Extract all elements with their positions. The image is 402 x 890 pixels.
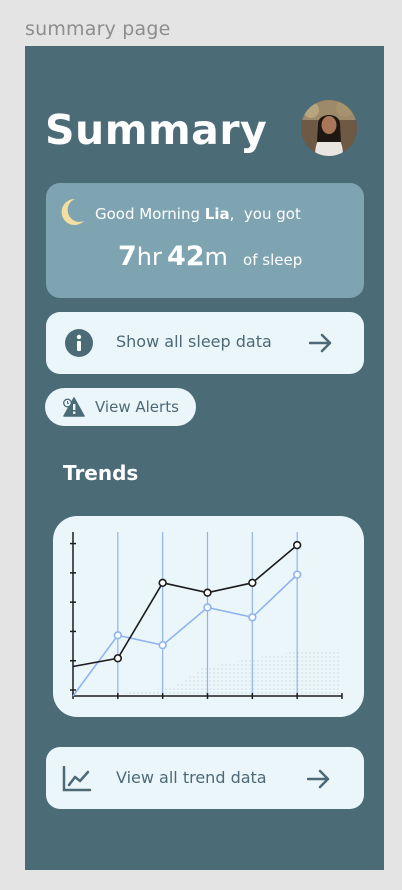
arrow-right-icon — [309, 333, 332, 353]
moon-icon — [61, 198, 84, 225]
series-2-point-2 — [158, 640, 167, 650]
greeting-card: Good Morning Lia, you got 7hr 42m of sle… — [46, 183, 364, 298]
series-1-point-1 — [113, 654, 123, 663]
trends-title: Trends — [63, 461, 139, 485]
sleep-minutes-unit: m — [204, 243, 228, 271]
series-1-point-5 — [292, 540, 302, 550]
series-1-point-3 — [203, 588, 212, 597]
summary-screen: Summary Good Morning Lia, you got 7hr 42… — [25, 46, 384, 870]
view-alerts-button[interactable]: View Alerts — [45, 388, 196, 426]
sleep-duration: 7hr 42m of sleep — [118, 241, 302, 272]
alert-icon — [63, 397, 85, 417]
trend-chart — [70, 532, 343, 699]
view-trend-data-label: View all trend data — [116, 768, 267, 787]
avatar-image — [301, 100, 357, 156]
series-2-point-3 — [203, 603, 212, 612]
trend-chart-card — [53, 516, 364, 717]
greeting-prefix: Good Morning — [95, 205, 200, 223]
series-2-point-5 — [292, 570, 302, 579]
series-1-point-4 — [248, 578, 257, 588]
greeting-text: Good Morning Lia, you got — [95, 205, 301, 223]
greeting-suffix: , you got — [229, 205, 301, 223]
sleep-minutes: 42 — [166, 241, 205, 272]
frame-label: summary page — [25, 18, 171, 40]
arrow-right-icon — [307, 769, 330, 789]
view-alerts-label: View Alerts — [95, 398, 179, 416]
sleep-hours: 7 — [118, 241, 137, 272]
trend-chart-icon — [62, 766, 92, 792]
page-title: Summary — [45, 106, 268, 154]
of-sleep-label: of sleep — [243, 251, 303, 269]
show-sleep-data-label: Show all sleep data — [116, 332, 272, 351]
info-icon — [65, 329, 93, 357]
series-2-point-1 — [113, 631, 123, 640]
show-sleep-data-button[interactable]: Show all sleep data — [46, 312, 364, 374]
series-2-point-4 — [248, 613, 257, 622]
chart-dotted-area — [109, 649, 341, 695]
view-trend-data-button[interactable]: View all trend data — [46, 747, 364, 809]
user-name: Lia — [204, 205, 230, 223]
avatar[interactable] — [301, 100, 357, 156]
series-1-point-2 — [158, 578, 167, 588]
sleep-hours-unit: hr — [136, 243, 162, 271]
